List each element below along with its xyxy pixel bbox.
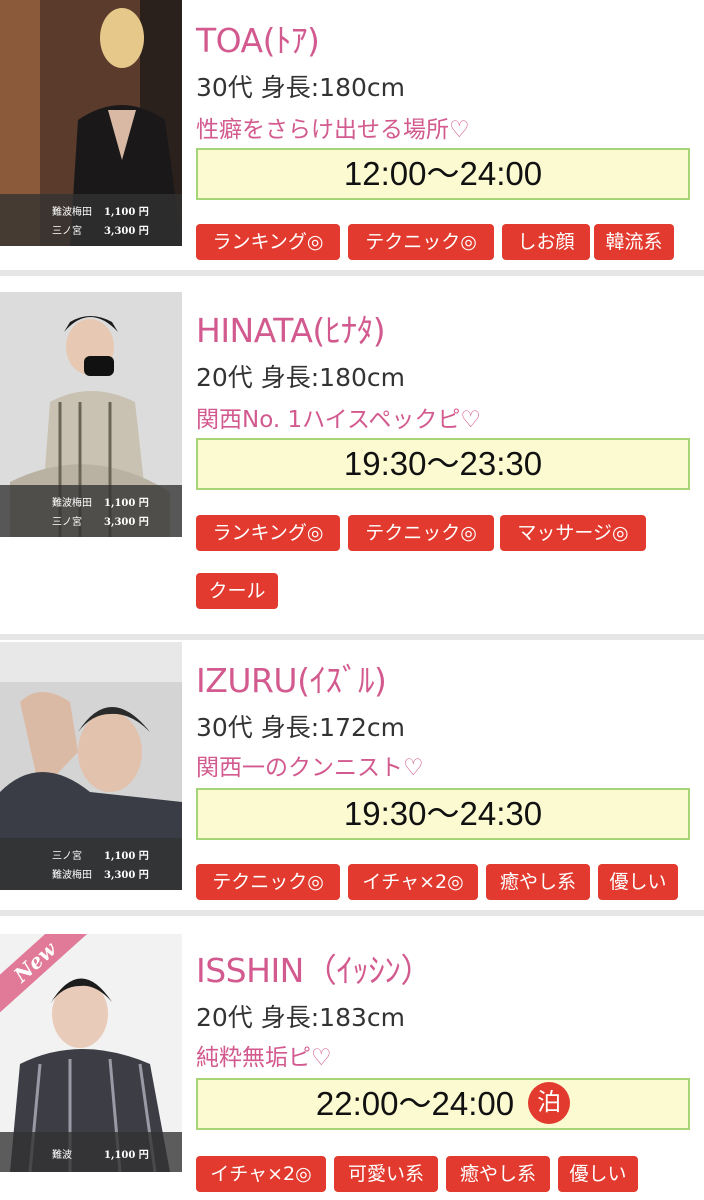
tag: ランキング◎ [196,515,340,551]
cast-profile: 30代 身長:180cm [196,73,405,102]
price-area: 難波梅田 [52,207,92,218]
cast-name[interactable]: ISSHIN（ｲｯｼﾝ） [196,944,433,992]
price-area: 難波梅田 [52,870,92,881]
cast-name[interactable]: IZURU(ｲｽﾞﾙ) [196,654,387,702]
tag: 癒やし系 [486,864,590,900]
cast-catchphrase: 性癖をさらけ出せる場所♡ [196,117,470,143]
tag: 可愛い系 [334,1156,438,1192]
cast-name[interactable]: HINATA(ﾋﾅﾀ) [196,304,386,352]
cast-name[interactable]: TOA(ﾄｱ) [196,14,320,62]
schedule-time: 19:30〜23:30 [196,438,690,490]
schedule-time: 22:00〜24:00 泊 [196,1078,690,1130]
price-value: 3,300 円 [104,517,149,528]
tag: 癒やし系 [446,1156,550,1192]
cast-card[interactable]: New 難波 1,100 円 ISSHIN（ｲｯｼﾝ） 20代 身長:183cm … [0,926,704,1200]
price-value: 1,100 円 [104,1150,149,1161]
price-value: 3,300 円 [104,870,149,881]
card-divider [0,270,704,276]
tag: ランキング◎ [196,224,340,260]
tag: 韓流系 [594,224,674,260]
tag: 優しい [598,864,678,900]
price-overlay: 難波 1,100 円 [0,1132,182,1172]
price-overlay: 難波梅田 1,100 円 三ノ宮 3,300 円 [0,485,182,537]
price-value: 1,100 円 [104,498,149,509]
price-overlay: 難波梅田 1,100 円 三ノ宮 3,300 円 [0,194,182,246]
cast-photo[interactable]: 難波梅田 1,100 円 三ノ宮 3,300 円 [0,292,182,537]
price-value: 3,300 円 [104,226,149,237]
price-value: 1,100 円 [104,207,149,218]
cast-profile: 30代 身長:172cm [196,713,405,742]
cast-card[interactable]: 三ノ宮 1,100 円 難波梅田 3,300 円 IZURU(ｲｽﾞﾙ) 30代 身… [0,640,704,910]
cast-catchphrase: 純粋無垢ピ♡ [196,1045,332,1071]
schedule-time: 19:30〜24:30 [196,788,690,840]
cast-photo[interactable]: 三ノ宮 1,100 円 難波梅田 3,300 円 [0,642,182,890]
price-area: 三ノ宮 [52,517,82,528]
overnight-badge: 泊 [528,1082,571,1125]
tag: 優しい [558,1156,638,1192]
schedule-time-text: 22:00〜24:00 [315,1085,515,1122]
tag: クール [196,573,278,609]
price-overlay: 三ノ宮 1,100 円 難波梅田 3,300 円 [0,838,182,890]
price-area: 三ノ宮 [52,226,82,237]
cast-photo[interactable]: 難波梅田 1,100 円 三ノ宮 3,300 円 [0,0,182,246]
tag: テクニック◎ [196,864,340,900]
cast-card[interactable]: 難波梅田 1,100 円 三ノ宮 3,300 円 HINATA(ﾋﾅﾀ) 20代 身… [0,290,704,620]
schedule-time: 12:00〜24:00 [196,148,690,200]
price-area: 難波梅田 [52,498,92,509]
cast-card[interactable]: 難波梅田 1,100 円 三ノ宮 3,300 円 TOA(ﾄｱ) 30代 身長:18… [0,0,704,270]
cast-photo[interactable]: New 難波 1,100 円 [0,934,182,1172]
cast-catchphrase: 関西一のクンニスト♡ [196,755,424,781]
cast-catchphrase: 関西No. 1ハイスペックピ♡ [196,407,481,433]
cast-profile: 20代 身長:180cm [196,363,405,392]
price-area: 難波 [52,1150,72,1161]
card-divider [0,910,704,916]
tag: テクニック◎ [348,515,494,551]
tag: マッサージ◎ [500,515,646,551]
schedule-time-text: 19:30〜24:30 [343,795,543,832]
tag: イチャ×2◎ [196,1156,326,1192]
tag: テクニック◎ [348,224,494,260]
tag: イチャ×2◎ [348,864,478,900]
schedule-time-text: 19:30〜23:30 [343,445,543,482]
price-area: 三ノ宮 [52,851,82,862]
cast-profile: 20代 身長:183cm [196,1003,405,1032]
tag: しお顔 [502,224,590,260]
schedule-time-text: 12:00〜24:00 [343,155,543,192]
price-value: 1,100 円 [104,851,149,862]
